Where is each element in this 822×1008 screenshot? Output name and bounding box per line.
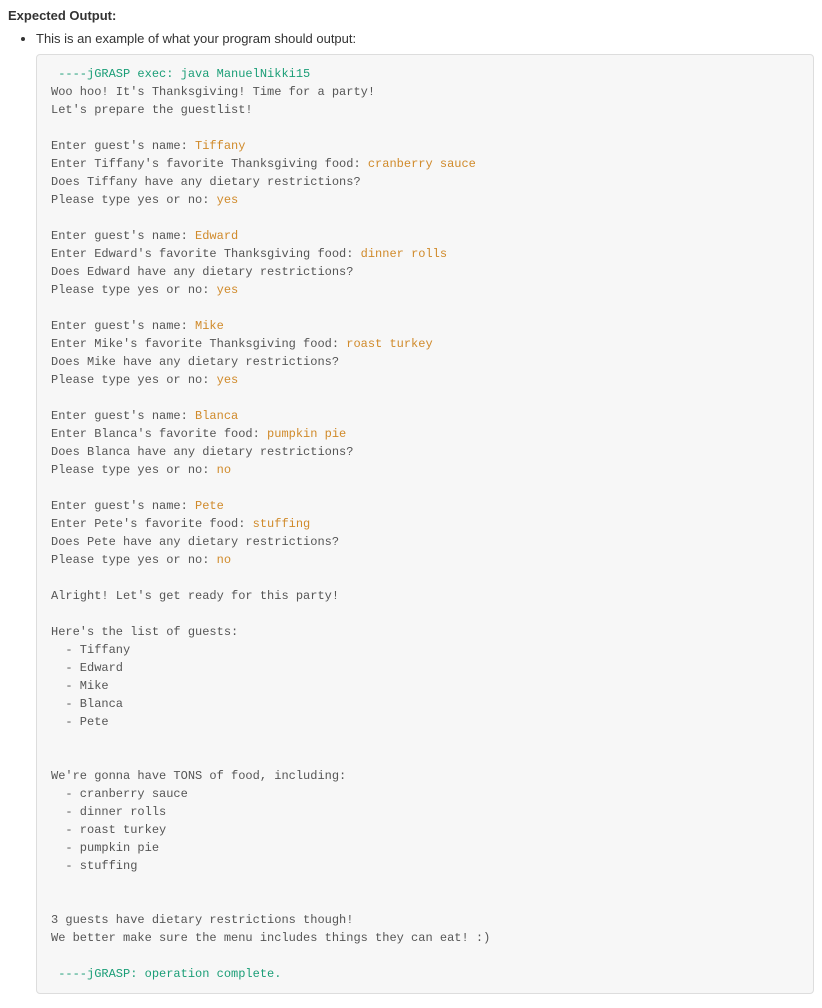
user-input: stuffing: [253, 517, 311, 531]
output-line: Here's the list of guests:: [51, 625, 238, 639]
code-output-box: ----jGRASP exec: java ManuelNikki15 Woo …: [36, 54, 814, 994]
user-input: Edward: [195, 229, 238, 243]
user-input: yes: [217, 193, 239, 207]
guest-blocks: Enter guest's name: Tiffany Enter Tiffan…: [51, 139, 476, 567]
user-input: pumpkin pie: [267, 427, 346, 441]
user-input: Blanca: [195, 409, 238, 423]
user-input: dinner rolls: [361, 247, 447, 261]
user-input: Mike: [195, 319, 224, 333]
output-line: We're gonna have TONS of food, including…: [51, 769, 346, 783]
output-line: Woo hoo! It's Thanksgiving! Time for a p…: [51, 85, 375, 99]
output-line: Let's prepare the guestlist!: [51, 103, 253, 117]
user-input: cranberry sauce: [368, 157, 476, 171]
output-list-item: This is an example of what your program …: [36, 31, 814, 994]
user-input: no: [217, 463, 231, 477]
section-heading: Expected Output:: [8, 8, 814, 23]
exec-end-line: ----jGRASP: operation complete.: [51, 967, 281, 981]
user-input: Pete: [195, 499, 224, 513]
intro-text: This is an example of what your program …: [36, 31, 356, 46]
output-line: We better make sure the menu includes th…: [51, 931, 490, 945]
output-line: Alright! Let's get ready for this party!: [51, 589, 339, 603]
user-input: yes: [217, 373, 239, 387]
food-list: - cranberry sauce - dinner rolls - roast…: [51, 787, 188, 873]
output-line: 3 guests have dietary restrictions thoug…: [51, 913, 353, 927]
user-input: no: [217, 553, 231, 567]
user-input: roast turkey: [346, 337, 432, 351]
output-list: This is an example of what your program …: [8, 31, 814, 994]
user-input: Tiffany: [195, 139, 245, 153]
exec-start-line: ----jGRASP exec: java ManuelNikki15: [51, 67, 310, 81]
guest-list: - Tiffany - Edward - Mike - Blanca - Pet…: [51, 643, 130, 729]
user-input: yes: [217, 283, 239, 297]
